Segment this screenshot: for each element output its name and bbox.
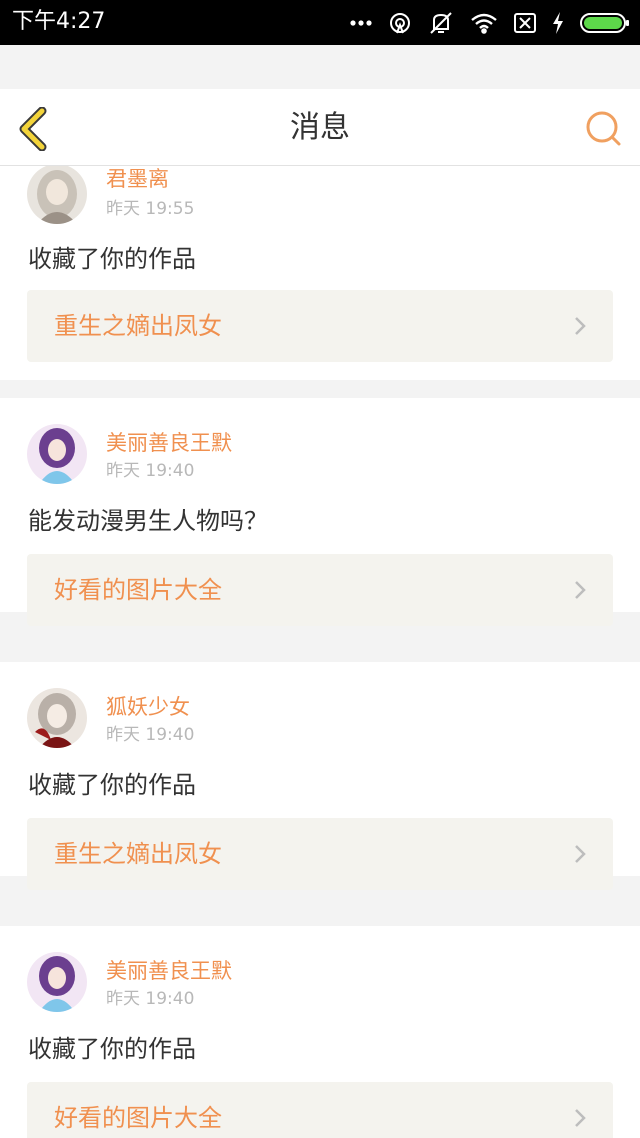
work-link[interactable]: 好看的图片大全 [27, 554, 613, 626]
user-avatar[interactable] [27, 166, 87, 224]
user-avatar[interactable] [27, 688, 87, 748]
timestamp: 昨天 19:40 [106, 725, 195, 745]
work-link[interactable]: 重生之嫡出凤女 [27, 818, 613, 890]
timestamp: 昨天 19:55 [106, 199, 195, 219]
username[interactable]: 狐妖少女 [106, 694, 190, 720]
username[interactable]: 美丽善良王默 [106, 958, 232, 984]
notification-card: 君墨离 昨天 19:55 收藏了你的作品 重生之嫡出凤女 [0, 166, 640, 380]
vibrate-off-icon [428, 11, 454, 35]
chevron-right-icon [575, 1109, 586, 1127]
chevron-right-icon [575, 845, 586, 863]
username[interactable]: 美丽善良王默 [106, 430, 232, 456]
work-title: 好看的图片大全 [54, 1104, 222, 1132]
timestamp: 昨天 19:40 [106, 461, 195, 481]
charging-icon [552, 12, 564, 34]
battery-icon [580, 13, 630, 33]
no-sim-icon [514, 13, 536, 33]
back-chevron-icon [19, 106, 47, 152]
status-time: 下午4:27 [12, 9, 106, 34]
notification-list[interactable]: 君墨离 昨天 19:55 收藏了你的作品 重生之嫡出凤女 美丽善良王默 昨天 1… [0, 166, 640, 1138]
page-title: 消息 [290, 110, 350, 145]
notification-card: 狐妖少女 昨天 19:40 收藏了你的作品 重生之嫡出凤女 [0, 662, 640, 890]
work-title: 重生之嫡出凤女 [54, 312, 222, 340]
status-bar: 下午4:27 [0, 0, 640, 45]
status-icons [350, 8, 630, 38]
message-text: 收藏了你的作品 [28, 245, 196, 273]
timestamp: 昨天 19:40 [106, 989, 195, 1009]
more-dots-icon [350, 19, 372, 27]
chevron-right-icon [575, 317, 586, 335]
wifi-icon [470, 12, 498, 34]
message-text: 能发动漫男生人物吗？ [28, 507, 268, 535]
app-header: 消息 [0, 89, 640, 166]
user-avatar[interactable] [27, 952, 87, 1012]
work-link[interactable]: 好看的图片大全 [27, 1082, 613, 1138]
chevron-right-icon [575, 581, 586, 599]
notification-card: 美丽善良王默 昨天 19:40 能发动漫男生人物吗？ 好看的图片大全 [0, 398, 640, 626]
back-button[interactable] [14, 106, 54, 152]
username[interactable]: 君墨离 [106, 166, 169, 192]
user-avatar[interactable] [27, 424, 87, 484]
hotspot-icon [388, 11, 412, 35]
message-text: 收藏了你的作品 [28, 1035, 196, 1063]
search-icon [586, 111, 621, 146]
work-link[interactable]: 重生之嫡出凤女 [27, 290, 613, 362]
work-title: 重生之嫡出凤女 [54, 840, 222, 868]
notification-card: 美丽善良王默 昨天 19:40 收藏了你的作品 好看的图片大全 [0, 926, 640, 1138]
work-title: 好看的图片大全 [54, 576, 222, 604]
search-button[interactable] [584, 109, 624, 149]
message-text: 收藏了你的作品 [28, 771, 196, 799]
top-spacer [0, 45, 640, 89]
